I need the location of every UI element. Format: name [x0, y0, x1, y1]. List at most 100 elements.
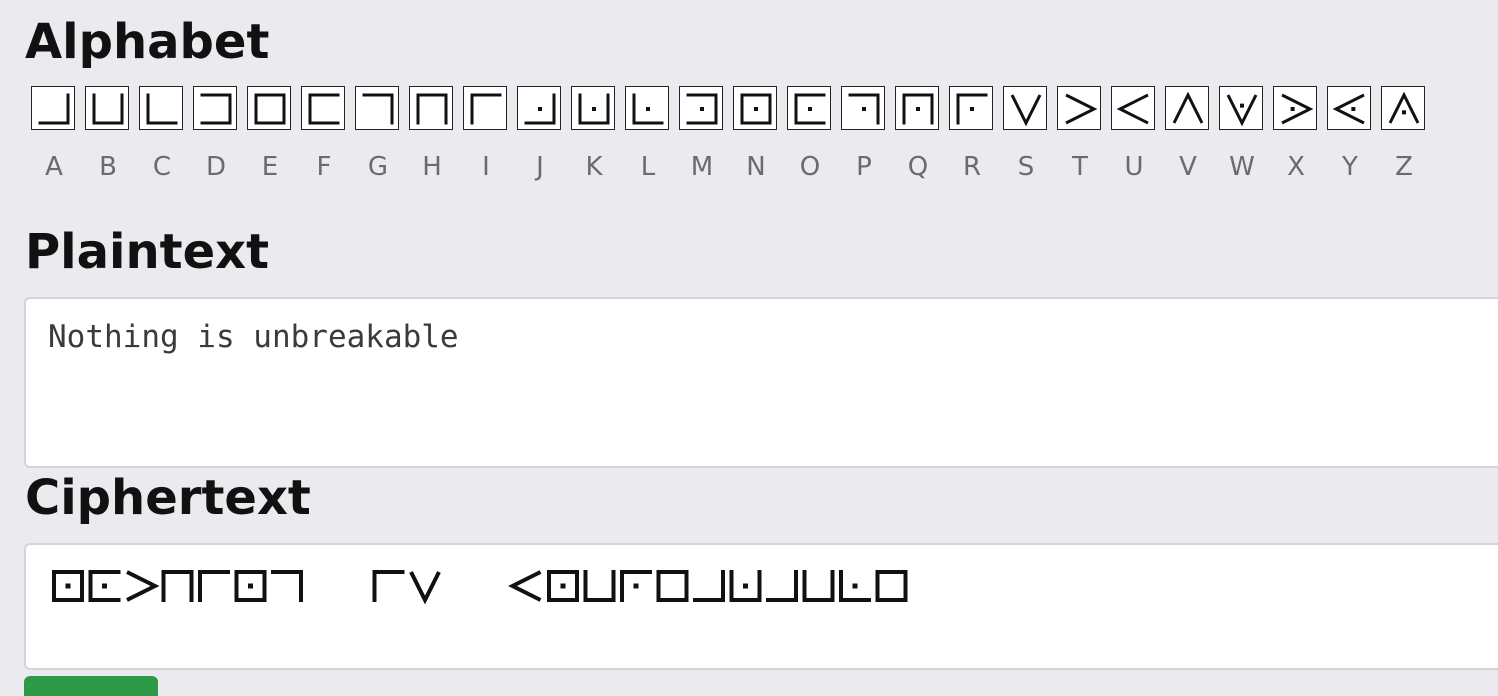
pigpen-glyph-icon: [1219, 86, 1263, 130]
alphabet-key-r: R: [949, 86, 995, 182]
cipher-glyph-b-icon: [802, 570, 835, 602]
cipher-glyph-e-icon: [656, 570, 689, 602]
pigpen-glyph-icon: [1327, 86, 1371, 130]
action-button[interactable]: [24, 676, 158, 696]
alphabet-key-b: B: [85, 86, 131, 182]
cipher-glyph-o-icon: [88, 570, 121, 602]
cipher-glyph-h-icon: [161, 570, 194, 602]
pigpen-glyph-icon: [1057, 86, 1101, 130]
alphabet-key-x: X: [1273, 86, 1319, 182]
alphabet-letter-label: B: [99, 152, 117, 182]
cipher-glyph-e-icon: [875, 570, 908, 602]
pigpen-glyph-icon: [31, 86, 75, 130]
alphabet-letter-label: T: [1072, 152, 1088, 182]
pigpen-glyph-icon: [301, 86, 345, 130]
alphabet-key-i: I: [463, 86, 509, 182]
alphabet-key-n: N: [733, 86, 779, 182]
pigpen-glyph-icon: [247, 86, 291, 130]
alphabet-letter-label: O: [799, 152, 821, 182]
alphabet-key-t: T: [1057, 86, 1103, 182]
alphabet-letter-label: M: [690, 152, 714, 182]
pigpen-glyph-icon: [1003, 86, 1047, 130]
alphabet-key-w: W: [1219, 86, 1265, 182]
alphabet-key-d: D: [193, 86, 239, 182]
cipher-glyph-k-icon: [729, 570, 762, 602]
alphabet-key-p: P: [841, 86, 887, 182]
pigpen-glyph-icon: [841, 86, 885, 130]
alphabet-letter-label: F: [316, 152, 332, 182]
alphabet-letter-label: N: [746, 152, 766, 182]
cipher-glyph-t-icon: [126, 570, 160, 602]
cipher-glyph-i-icon: [198, 570, 230, 602]
cipher-glyph-g-icon: [271, 570, 303, 602]
alphabet-letter-label: Q: [907, 152, 929, 182]
pigpen-glyph-icon: [787, 86, 831, 130]
alphabet-key-g: G: [355, 86, 401, 182]
alphabet-letter-label: K: [585, 152, 603, 182]
alphabet-key-l: L: [625, 86, 671, 182]
ciphertext-output[interactable]: [24, 543, 1498, 670]
pigpen-glyph-icon: [949, 86, 993, 130]
cipher-glyph-n-icon: [234, 570, 267, 602]
pigpen-glyph-icon: [1165, 86, 1209, 130]
pigpen-glyph-icon: [517, 86, 561, 130]
alphabet-key-o: O: [787, 86, 833, 182]
cipher-glyph-s-icon: [409, 571, 441, 605]
pigpen-glyph-icon: [1111, 86, 1155, 130]
alphabet-key-h: H: [409, 86, 455, 182]
ciphertext-glyphs: [52, 570, 908, 605]
alphabet-key-k: K: [571, 86, 617, 182]
pigpen-glyph-icon: [679, 86, 723, 130]
pigpen-glyph-icon: [409, 86, 453, 130]
pigpen-glyph-icon: [733, 86, 777, 130]
alphabet-key-u: U: [1111, 86, 1157, 182]
alphabet-heading: Alphabet: [25, 14, 270, 70]
alphabet-key-z: Z: [1381, 86, 1427, 182]
alphabet-key-y: Y: [1327, 86, 1373, 182]
plaintext-heading: Plaintext: [25, 224, 270, 280]
alphabet-letter-label: Y: [1342, 152, 1358, 182]
pigpen-glyph-icon: [1273, 86, 1317, 130]
cipher-glyph-l-icon: [839, 570, 871, 602]
alphabet-letter-label: R: [962, 152, 982, 182]
alphabet-key-a: A: [31, 86, 77, 182]
cipher-glyph-a-icon: [693, 570, 725, 602]
alphabet-key-e: E: [247, 86, 293, 182]
alphabet-key-v: V: [1165, 86, 1211, 182]
alphabet-letter-label: U: [1124, 152, 1144, 182]
pigpen-glyph-icon: [193, 86, 237, 130]
alphabet-key-f: F: [301, 86, 347, 182]
pigpen-glyph-icon: [85, 86, 129, 130]
alphabet-letter-label: J: [536, 152, 544, 182]
pigpen-glyph-icon: [463, 86, 507, 130]
alphabet-letter-label: P: [856, 152, 872, 182]
pigpen-glyph-icon: [625, 86, 669, 130]
cipher-glyph-n-icon: [547, 570, 579, 602]
alphabet-key-q: Q: [895, 86, 941, 182]
alphabet-letter-label: V: [1179, 152, 1197, 182]
alphabet-key-j: J: [517, 86, 563, 182]
cipher-glyph-i-icon: [372, 570, 405, 602]
alphabet-letter-label: L: [640, 152, 656, 182]
cipher-glyph-r-icon: [620, 570, 652, 602]
alphabet-letter-label: D: [205, 152, 227, 182]
alphabet-letter-label: H: [422, 152, 442, 182]
cipher-glyph-a-icon: [766, 570, 798, 602]
alphabet-letter-label: E: [261, 152, 279, 182]
alphabet-letter-label: S: [1017, 152, 1035, 182]
ciphertext-heading: Ciphertext: [25, 470, 311, 526]
plaintext-input[interactable]: Nothing is unbreakable: [24, 297, 1498, 468]
pigpen-glyph-icon: [571, 86, 615, 130]
alphabet-letter-label: X: [1287, 152, 1305, 182]
alphabet-letter-label: I: [482, 152, 490, 182]
alphabet-letter-label: W: [1229, 152, 1255, 182]
alphabet-letter-label: A: [45, 152, 63, 182]
cipher-glyph-b-icon: [583, 570, 616, 602]
pigpen-glyph-icon: [355, 86, 399, 130]
pigpen-glyph-icon: [139, 86, 183, 130]
alphabet-letter-label: Z: [1395, 152, 1413, 182]
alphabet-key-c: C: [139, 86, 185, 182]
cipher-glyph-n-icon: [52, 570, 84, 602]
alphabet-key-m: M: [679, 86, 725, 182]
plaintext-value: Nothing is unbreakable: [48, 319, 459, 355]
